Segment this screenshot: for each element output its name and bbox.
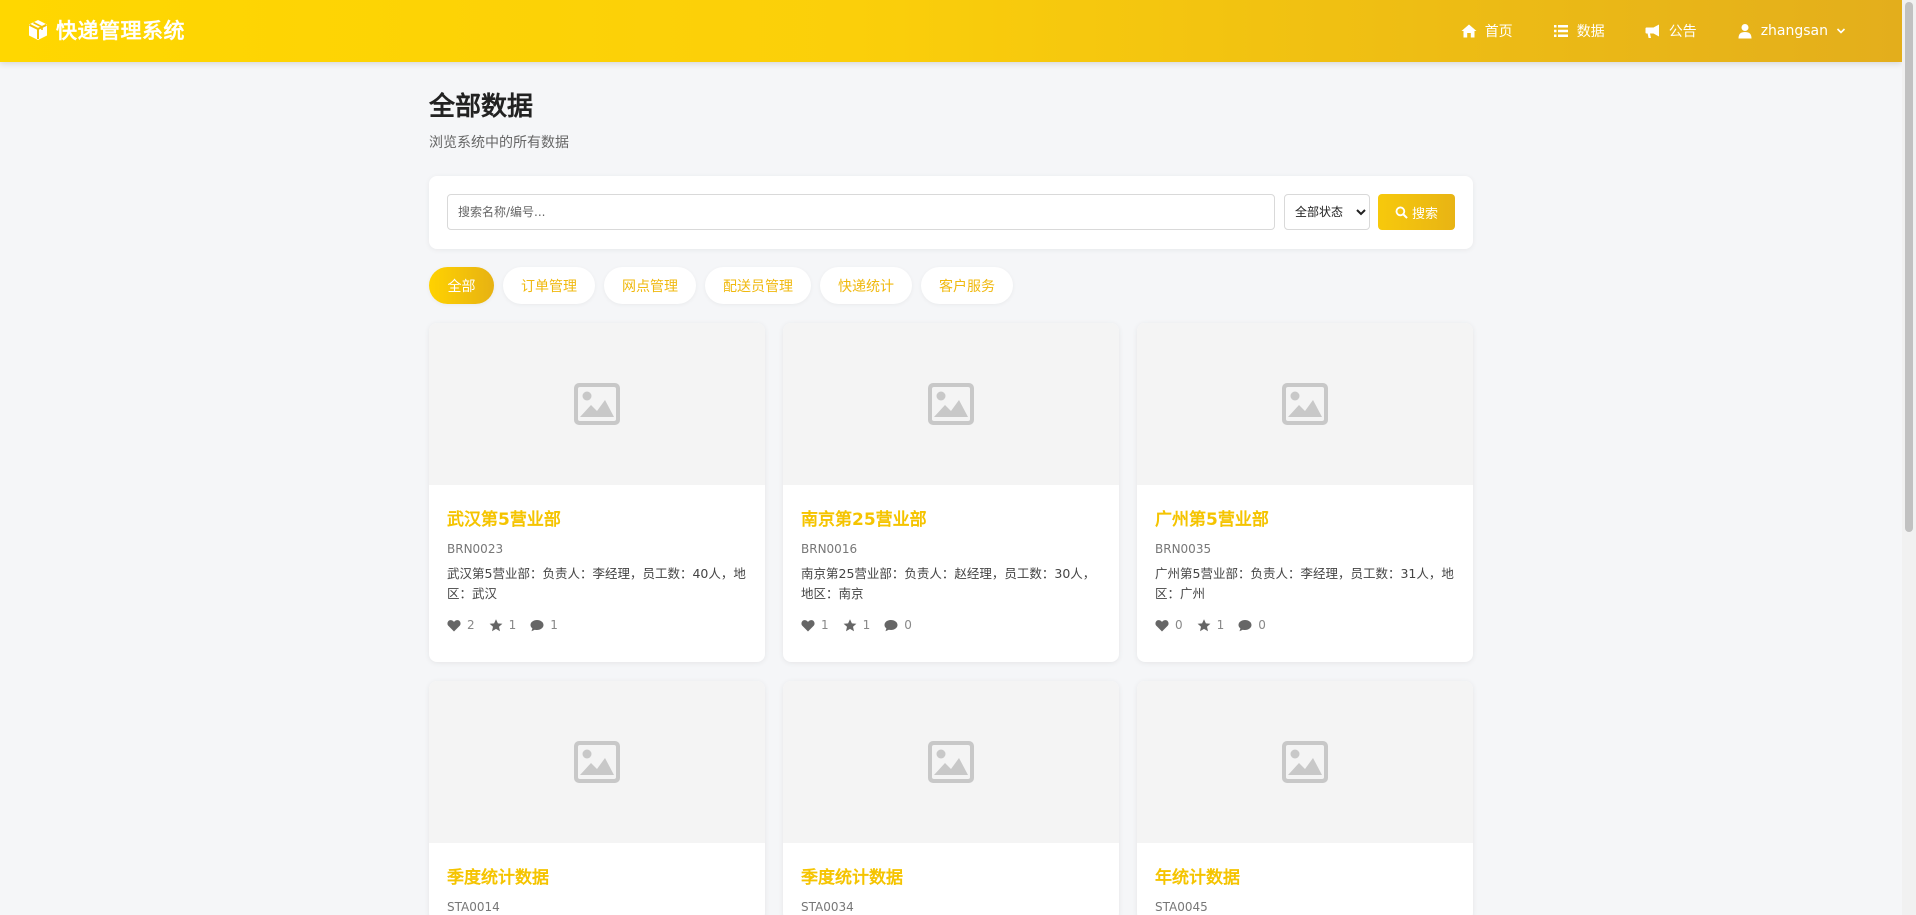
card-stats: 1 1 0 — [801, 618, 1101, 632]
image-placeholder-icon — [1282, 383, 1328, 425]
card-title[interactable]: 季度统计数据 — [447, 863, 747, 888]
data-card[interactable]: 南京第25营业部 BRN0016 南京第25营业部：负责人：赵经理，员工数：30… — [783, 323, 1119, 662]
card-code: STA0034 — [801, 900, 854, 914]
card-thumbnail — [783, 323, 1119, 485]
search-button[interactable]: 搜索 — [1378, 194, 1455, 230]
image-placeholder-icon — [574, 741, 620, 783]
card-title[interactable]: 广州第5营业部 — [1155, 505, 1455, 530]
user-menu[interactable]: zhangsan — [1737, 23, 1846, 39]
filter-all[interactable]: 全部 — [429, 267, 494, 304]
user-icon — [1738, 24, 1752, 39]
brand[interactable]: 快递管理系统 — [26, 15, 185, 45]
main-nav: 首页 数据 公告 zhangsan — [1421, 0, 1846, 62]
card-thumbnail — [1137, 681, 1473, 843]
chevron-down-icon — [1836, 28, 1846, 34]
filter-orders[interactable]: 订单管理 — [503, 267, 595, 304]
data-card[interactable]: 季度统计数据 STA0034 — [783, 681, 1119, 915]
card-thumbnail — [783, 681, 1119, 843]
page-scrollbar[interactable] — [1902, 0, 1916, 915]
heart-icon — [801, 619, 815, 631]
search-button-label: 搜索 — [1411, 206, 1438, 222]
data-card[interactable]: 年统计数据 STA0045 — [1137, 681, 1473, 915]
filter-outlets[interactable]: 网点管理 — [604, 267, 696, 304]
brand-title: 快递管理系统 — [56, 19, 185, 43]
top-navbar: 快递管理系统 首页 数据 公告 zhangsan — [0, 0, 1902, 62]
like-count[interactable]: 2 — [447, 618, 475, 632]
comment-count-value: 1 — [550, 618, 558, 632]
star-icon — [1197, 618, 1211, 631]
card-stats: 0 1 0 — [1155, 618, 1455, 632]
nav-announcements[interactable]: 公告 — [1645, 21, 1697, 41]
comment-count-value: 0 — [904, 618, 912, 632]
card-description: 广州第5营业部：负责人：李经理，员工数：31人，地区：广州 — [1155, 566, 1454, 601]
star-count[interactable]: 1 — [489, 618, 517, 632]
like-count[interactable]: 0 — [1155, 618, 1183, 632]
filter-couriers[interactable]: 配送员管理 — [705, 267, 811, 304]
page-subtitle: 浏览系统中的所有数据 — [429, 135, 569, 151]
status-select[interactable]: 全部状态 — [1284, 194, 1370, 230]
search-icon — [1395, 206, 1408, 219]
home-icon — [1461, 24, 1477, 38]
nav-home-label: 首页 — [1484, 24, 1513, 40]
card-code: STA0045 — [1155, 900, 1208, 914]
megaphone-icon — [1645, 24, 1659, 38]
card-code: STA0014 — [447, 900, 500, 914]
star-count[interactable]: 1 — [1197, 618, 1225, 632]
image-placeholder-icon — [928, 741, 974, 783]
star-count[interactable]: 1 — [843, 618, 871, 632]
filter-customer-service[interactable]: 客户服务 — [921, 267, 1013, 304]
data-card[interactable]: 广州第5营业部 BRN0035 广州第5营业部：负责人：李经理，员工数：31人，… — [1137, 323, 1473, 662]
comment-icon — [1238, 619, 1252, 631]
category-filters: 全部 订单管理 网点管理 配送员管理 快递统计 客户服务 — [429, 267, 1022, 304]
like-count-value: 0 — [1175, 618, 1183, 632]
comment-count-value: 0 — [1258, 618, 1266, 632]
card-title[interactable]: 南京第25营业部 — [801, 505, 1101, 530]
card-title[interactable]: 季度统计数据 — [801, 863, 1101, 888]
like-count-value: 1 — [821, 618, 829, 632]
card-description: 武汉第5营业部：负责人：李经理，员工数：40人，地区：武汉 — [447, 566, 746, 601]
star-count-value: 1 — [1216, 618, 1225, 632]
like-count[interactable]: 1 — [801, 618, 829, 632]
image-placeholder-icon — [574, 383, 620, 425]
card-thumbnail — [429, 681, 765, 843]
card-stats: 2 1 1 — [447, 618, 747, 632]
scrollbar-thumb[interactable] — [1905, 2, 1913, 532]
cube-icon — [29, 20, 47, 40]
user-name: zhangsan — [1760, 23, 1828, 39]
comment-count[interactable]: 1 — [530, 618, 558, 632]
image-placeholder-icon — [928, 383, 974, 425]
star-icon — [489, 618, 503, 631]
card-description: 南京第25营业部：负责人：赵经理，员工数：30人，地区：南京 — [801, 566, 1096, 601]
card-code: BRN0016 — [801, 542, 858, 556]
nav-home[interactable]: 首页 — [1461, 21, 1513, 41]
card-thumbnail — [1137, 323, 1473, 485]
card-title[interactable]: 武汉第5营业部 — [447, 505, 747, 530]
list-icon — [1553, 25, 1568, 37]
heart-icon — [1155, 619, 1169, 631]
search-panel: 全部状态 搜索 — [429, 176, 1473, 249]
image-placeholder-icon — [1282, 741, 1328, 783]
star-icon — [843, 618, 857, 631]
card-code: BRN0023 — [447, 542, 504, 556]
star-count-value: 1 — [508, 618, 517, 632]
nav-announcements-label: 公告 — [1668, 24, 1697, 40]
comment-count[interactable]: 0 — [1238, 618, 1266, 632]
comment-icon — [530, 619, 544, 631]
nav-data[interactable]: 数据 — [1553, 21, 1605, 41]
data-card[interactable]: 季度统计数据 STA0014 — [429, 681, 765, 915]
comment-icon — [884, 619, 898, 631]
card-thumbnail — [429, 323, 765, 485]
heart-icon — [447, 619, 461, 631]
nav-data-label: 数据 — [1576, 24, 1605, 40]
filter-statistics[interactable]: 快递统计 — [820, 267, 912, 304]
star-count-value: 1 — [862, 618, 871, 632]
data-card[interactable]: 武汉第5营业部 BRN0023 武汉第5营业部：负责人：李经理，员工数：40人，… — [429, 323, 765, 662]
page-title: 全部数据 — [429, 92, 534, 122]
search-input[interactable] — [447, 194, 1275, 230]
like-count-value: 2 — [467, 618, 475, 632]
card-title[interactable]: 年统计数据 — [1155, 863, 1455, 888]
comment-count[interactable]: 0 — [884, 618, 912, 632]
card-code: BRN0035 — [1155, 542, 1212, 556]
